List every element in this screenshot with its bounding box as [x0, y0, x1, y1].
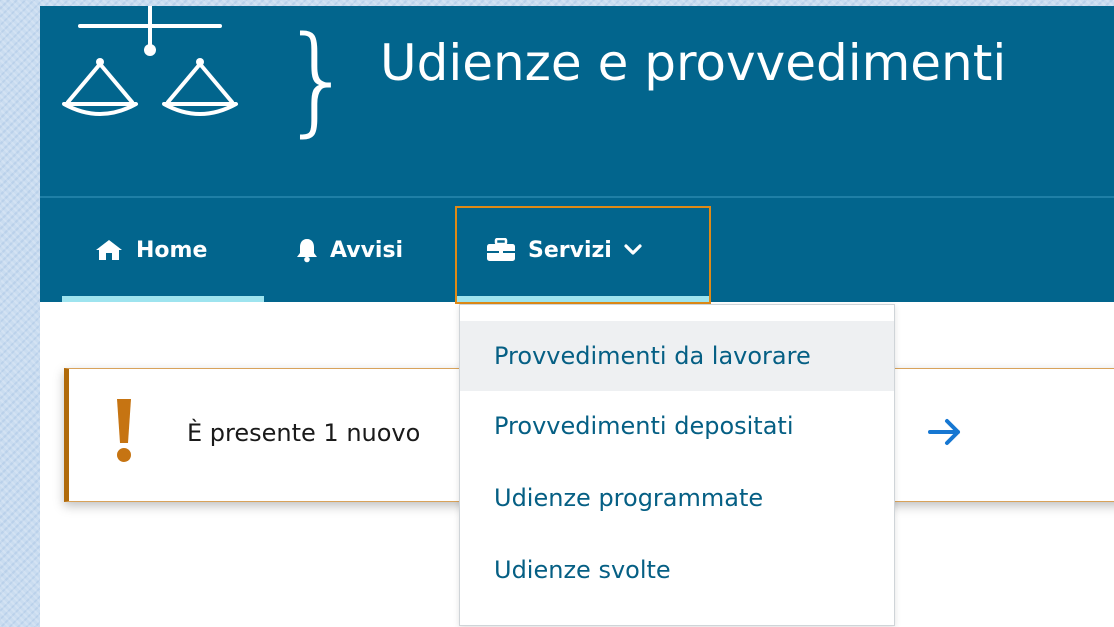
servizi-dropdown-menu: Provvedimenti da lavorare Provvedimenti … [459, 304, 895, 626]
exclamation-icon [117, 399, 131, 462]
nav-item-home[interactable]: Home [94, 198, 207, 302]
app-title: Udienze e provvedimenti [380, 34, 1007, 92]
servizi-focus-outline [455, 206, 711, 304]
home-active-indicator [62, 296, 264, 302]
alert-message: È presente 1 nuovo [187, 419, 421, 447]
app-window: } Udienze e provvedimenti Home Avvisi Se… [40, 6, 1114, 627]
menu-item-provvedimenti-da-lavorare[interactable]: Provvedimenti da lavorare [460, 321, 894, 391]
site-header: } Udienze e provvedimenti [40, 6, 1114, 196]
menu-item-udienze-programmate[interactable]: Udienze programmate [460, 463, 894, 533]
bell-icon [297, 239, 317, 263]
nav-item-home-label: Home [136, 237, 208, 263]
nav-item-avvisi[interactable]: Avvisi [296, 198, 403, 302]
arrow-right-icon[interactable] [927, 417, 963, 447]
header-brace: } [280, 10, 356, 148]
scales-of-justice-logo [62, 6, 238, 116]
home-icon [96, 240, 122, 260]
menu-item-provvedimenti-depositati[interactable]: Provvedimenti depositati [460, 391, 894, 461]
nav-item-avvisi-label: Avvisi [330, 237, 404, 263]
menu-item-udienze-svolte[interactable]: Udienze svolte [460, 535, 894, 605]
